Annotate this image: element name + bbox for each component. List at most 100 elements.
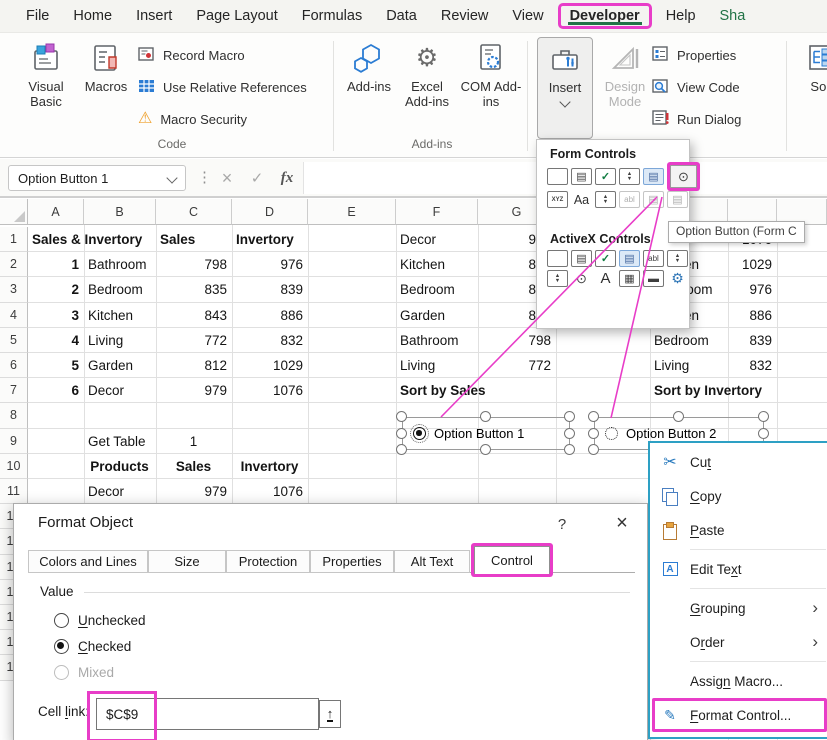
- macros-button[interactable]: Macros: [80, 37, 132, 135]
- menu-item-paste[interactable]: Paste: [650, 513, 827, 547]
- cell-C4[interactable]: 843: [160, 307, 227, 324]
- addins-button[interactable]: Add-ins: [342, 37, 396, 135]
- excel-addins-button[interactable]: ⚙ Excel Add-ins: [398, 37, 456, 135]
- dialog-tab-protection[interactable]: Protection: [226, 550, 310, 573]
- cell-B4[interactable]: Kitchen: [88, 307, 151, 324]
- menu-item-order[interactable]: Order›: [650, 625, 827, 659]
- dialog-tab-properties[interactable]: Properties: [310, 550, 394, 573]
- resize-handle[interactable]: [758, 411, 769, 422]
- cell-B9[interactable]: Get Table: [88, 433, 151, 450]
- resize-handle[interactable]: [396, 428, 407, 439]
- chevron-down-icon[interactable]: [166, 172, 177, 183]
- cell-C3[interactable]: 835: [160, 281, 227, 298]
- row-header-9[interactable]: 9: [0, 429, 28, 454]
- source-button[interactable]: Sou: [792, 37, 827, 135]
- menu-item-edit-text[interactable]: AEdit Text: [650, 552, 827, 586]
- resize-handle[interactable]: [564, 411, 575, 422]
- cell-J2[interactable]: 1029: [732, 256, 772, 273]
- cell-A7[interactable]: 6: [32, 382, 79, 399]
- cell-F1[interactable]: Decor: [400, 231, 473, 248]
- run-dialog-button[interactable]: Run Dialog: [652, 105, 741, 133]
- cell-F3[interactable]: Bedroom: [400, 281, 473, 298]
- dialog-tab-colors-and-lines[interactable]: Colors and Lines: [28, 550, 148, 573]
- menu-tab-sha[interactable]: Sha: [708, 8, 758, 24]
- enter-icon[interactable]: ✓: [243, 165, 271, 191]
- menu-item-cut[interactable]: ✂Cut: [650, 445, 827, 479]
- cell-B3[interactable]: Bedroom: [88, 281, 151, 298]
- properties-button[interactable]: Properties: [652, 41, 736, 69]
- view-code-button[interactable]: View Code: [652, 73, 740, 101]
- spin-button-control-icon[interactable]: ▲ ▼: [619, 168, 640, 185]
- cell-I6[interactable]: Living: [654, 357, 723, 374]
- column-header-E[interactable]: E: [308, 199, 396, 225]
- cell-C2[interactable]: 798: [160, 256, 227, 273]
- cell-F2[interactable]: Kitchen: [400, 256, 473, 273]
- cell-J6[interactable]: 832: [732, 357, 772, 374]
- ax-more-controls-icon[interactable]: ⚙: [667, 270, 688, 287]
- menu-tab-help[interactable]: Help: [654, 8, 708, 24]
- menu-tab-insert[interactable]: Insert: [124, 8, 184, 24]
- cell-C7[interactable]: 979: [160, 382, 227, 399]
- cell-B6[interactable]: Garden: [88, 357, 151, 374]
- cell-J5[interactable]: 839: [732, 332, 772, 349]
- collapse-dialog-button[interactable]: ↑: [319, 700, 341, 728]
- menu-item-grouping[interactable]: Grouping›: [650, 591, 827, 625]
- cell-B2[interactable]: Bathroom: [88, 256, 151, 273]
- cell-C11[interactable]: 979: [160, 483, 227, 500]
- list-box-control-icon[interactable]: ▤: [643, 168, 664, 185]
- cell-C5[interactable]: 772: [160, 332, 227, 349]
- dialog-tab-size[interactable]: Size: [148, 550, 226, 573]
- ax-toggle-button-icon[interactable]: ▬: [643, 270, 664, 287]
- cell-D7[interactable]: 1076: [236, 382, 303, 399]
- cell-F5[interactable]: Bathroom: [400, 332, 473, 349]
- radio-option-checked[interactable]: Checked: [54, 636, 131, 656]
- ax-scroll-bar-icon[interactable]: ▲ ▼: [547, 270, 568, 287]
- cell-J3[interactable]: 976: [732, 281, 772, 298]
- resize-handle[interactable]: [588, 444, 599, 455]
- cell-C6[interactable]: 812: [160, 357, 227, 374]
- cell-A6[interactable]: 5: [32, 357, 79, 374]
- menu-tab-view[interactable]: View: [500, 8, 555, 24]
- cell-I7[interactable]: Sort by Invertory: [654, 382, 723, 399]
- ax-text-box-icon[interactable]: abl: [643, 250, 664, 267]
- cell-A5[interactable]: 4: [32, 332, 79, 349]
- dialog-tab-control[interactable]: Control: [474, 546, 550, 574]
- cell-D1[interactable]: Invertory: [236, 231, 303, 248]
- column-header-B[interactable]: B: [84, 199, 156, 225]
- ax-checkbox-icon[interactable]: ✓: [595, 250, 616, 267]
- insert-function-icon[interactable]: fx: [273, 165, 301, 191]
- row-header-2[interactable]: 2: [0, 252, 28, 277]
- visual-basic-button[interactable]: Visual Basic: [14, 37, 78, 135]
- cell-F6[interactable]: Living: [400, 357, 473, 374]
- cell-A4[interactable]: 3: [32, 307, 79, 324]
- cell-D2[interactable]: 976: [236, 256, 303, 273]
- ax-spin-button-icon[interactable]: ▲ ▼: [667, 250, 688, 267]
- use-relative-references-button[interactable]: Use Relative References: [138, 73, 307, 101]
- resize-handle[interactable]: [396, 411, 407, 422]
- resize-handle[interactable]: [588, 428, 599, 439]
- cell-D6[interactable]: 1029: [236, 357, 303, 374]
- insert-controls-button[interactable]: Insert: [537, 37, 593, 139]
- resize-handle[interactable]: [564, 428, 575, 439]
- design-mode-button[interactable]: Design Mode: [597, 37, 653, 135]
- ax-option-button-icon[interactable]: ⊙: [571, 270, 592, 287]
- column-header-F[interactable]: F: [396, 199, 478, 225]
- column-header-D[interactable]: D: [232, 199, 308, 225]
- ax-image-icon[interactable]: ▦: [619, 270, 640, 287]
- row-header-5[interactable]: 5: [0, 328, 28, 353]
- group-box-control-icon[interactable]: XYZ: [547, 191, 568, 208]
- resize-handle[interactable]: [588, 411, 599, 422]
- resize-handle[interactable]: [480, 411, 491, 422]
- resize-handle[interactable]: [673, 411, 684, 422]
- cell-F4[interactable]: Garden: [400, 307, 473, 324]
- button-control-icon[interactable]: [547, 168, 568, 185]
- scroll-bar-control-icon[interactable]: ▲ ▼: [595, 191, 616, 208]
- cell-G5[interactable]: 798: [482, 332, 551, 349]
- row-header-3[interactable]: 3: [0, 277, 28, 302]
- cell-F7[interactable]: Sort by Sales: [400, 382, 473, 399]
- menu-tab-developer[interactable]: Developer: [558, 3, 652, 29]
- cell-B5[interactable]: Living: [88, 332, 151, 349]
- label-control-icon[interactable]: Aa: [571, 191, 592, 208]
- row-header-6[interactable]: 6: [0, 353, 28, 378]
- ax-command-button-icon[interactable]: [547, 250, 568, 267]
